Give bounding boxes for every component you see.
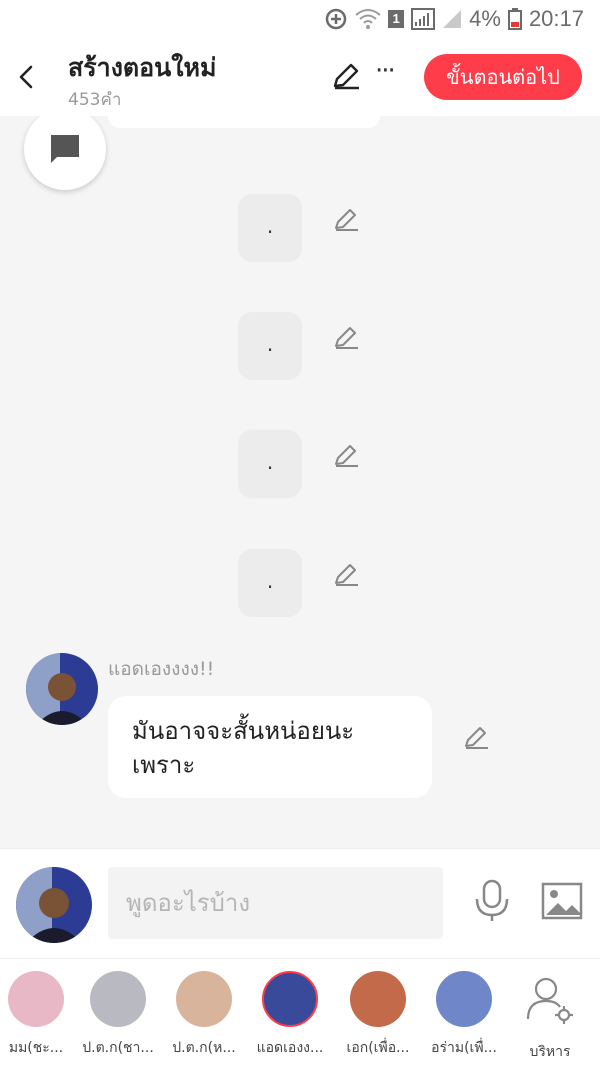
back-arrow-icon[interactable] bbox=[12, 62, 42, 92]
manage-label: บริหาร bbox=[529, 1044, 571, 1060]
character-item[interactable]: ป.ต.ก(ชา... bbox=[76, 971, 160, 1059]
edit-message-icon[interactable] bbox=[332, 324, 360, 352]
signal-icon-2 bbox=[443, 10, 462, 28]
status-bar: 1 4% 20:17 bbox=[0, 0, 600, 42]
character-name: ป.ต.ก(ชา... bbox=[82, 1040, 154, 1056]
character-avatar bbox=[350, 971, 406, 1027]
character-item[interactable]: แอดเองง... bbox=[248, 971, 332, 1059]
message-bubble[interactable]: . bbox=[238, 194, 302, 262]
character-item[interactable]: มม(ชะ... bbox=[0, 971, 78, 1059]
data-saver-icon bbox=[325, 8, 347, 30]
character-name: มม(ชะ... bbox=[8, 1040, 64, 1056]
word-count: 453คำ bbox=[68, 90, 122, 110]
character-name: อร่าม(เพื่... bbox=[431, 1040, 497, 1056]
chat-area[interactable]: . . . . แอดเองงงง!! มันอาจจะสั้นหน่อยนะเ… bbox=[0, 116, 600, 848]
sender-avatar[interactable] bbox=[26, 653, 98, 725]
message-bubble[interactable]: . bbox=[238, 549, 302, 617]
character-item[interactable]: ป.ต.ก(ห... bbox=[162, 971, 246, 1059]
character-avatar bbox=[90, 971, 146, 1027]
clock: 20:17 bbox=[528, 6, 584, 31]
edit-pencil-icon[interactable] bbox=[330, 60, 362, 92]
edit-message-icon[interactable] bbox=[462, 724, 490, 752]
sim-badge: 1 bbox=[388, 10, 405, 28]
current-character-avatar[interactable] bbox=[16, 867, 92, 943]
manage-characters-button[interactable]: บริหาร bbox=[508, 971, 592, 1063]
dialogue-mode-button[interactable] bbox=[24, 116, 106, 190]
header: สร้างตอนใหม่ 453คำ ··· ขั้นตอนต่อไป bbox=[0, 42, 600, 116]
character-name: เอก(เพื่อ... bbox=[346, 1040, 410, 1056]
character-avatar bbox=[262, 971, 318, 1027]
image-icon[interactable] bbox=[540, 881, 584, 921]
character-avatar bbox=[8, 971, 64, 1027]
message-bubble[interactable]: . bbox=[238, 430, 302, 498]
character-avatar bbox=[436, 971, 492, 1027]
character-name: ป.ต.ก(ห... bbox=[172, 1040, 236, 1056]
edit-message-icon[interactable] bbox=[332, 206, 360, 234]
page-title: สร้างตอนใหม่ bbox=[68, 53, 217, 82]
more-options-button[interactable]: ··· bbox=[375, 56, 396, 86]
microphone-icon[interactable] bbox=[472, 879, 512, 923]
composer-bar: พูดอะไรบ้าง bbox=[0, 848, 600, 958]
battery-percent: 4% bbox=[469, 6, 501, 31]
character-name: แอดเองง... bbox=[256, 1040, 324, 1056]
message-bubble[interactable]: . bbox=[238, 312, 302, 380]
message-bubble-text[interactable]: มันอาจจะสั้นหน่อยนะเพราะ bbox=[108, 696, 432, 798]
character-item[interactable]: เอก(เพื่อ... bbox=[336, 971, 420, 1059]
chat-bubble-icon bbox=[51, 135, 79, 163]
signal-icon bbox=[411, 8, 436, 30]
sender-name: แอดเองงงง!! bbox=[108, 658, 215, 680]
person-settings-icon bbox=[526, 977, 573, 1024]
previous-message-bubble bbox=[108, 116, 380, 128]
wifi-icon bbox=[355, 9, 381, 29]
character-list: มม(ชะ... ป.ต.ก(ชา... ป.ต.ก(ห... แอดเองง.… bbox=[0, 958, 600, 1067]
edit-message-icon[interactable] bbox=[332, 561, 360, 589]
character-avatar bbox=[176, 971, 232, 1027]
edit-message-icon[interactable] bbox=[332, 442, 360, 470]
message-input[interactable]: พูดอะไรบ้าง bbox=[108, 867, 443, 939]
character-item[interactable]: อร่าม(เพื่... bbox=[422, 971, 506, 1059]
next-step-button[interactable]: ขั้นตอนต่อไป bbox=[424, 54, 582, 100]
battery-icon bbox=[507, 8, 522, 30]
